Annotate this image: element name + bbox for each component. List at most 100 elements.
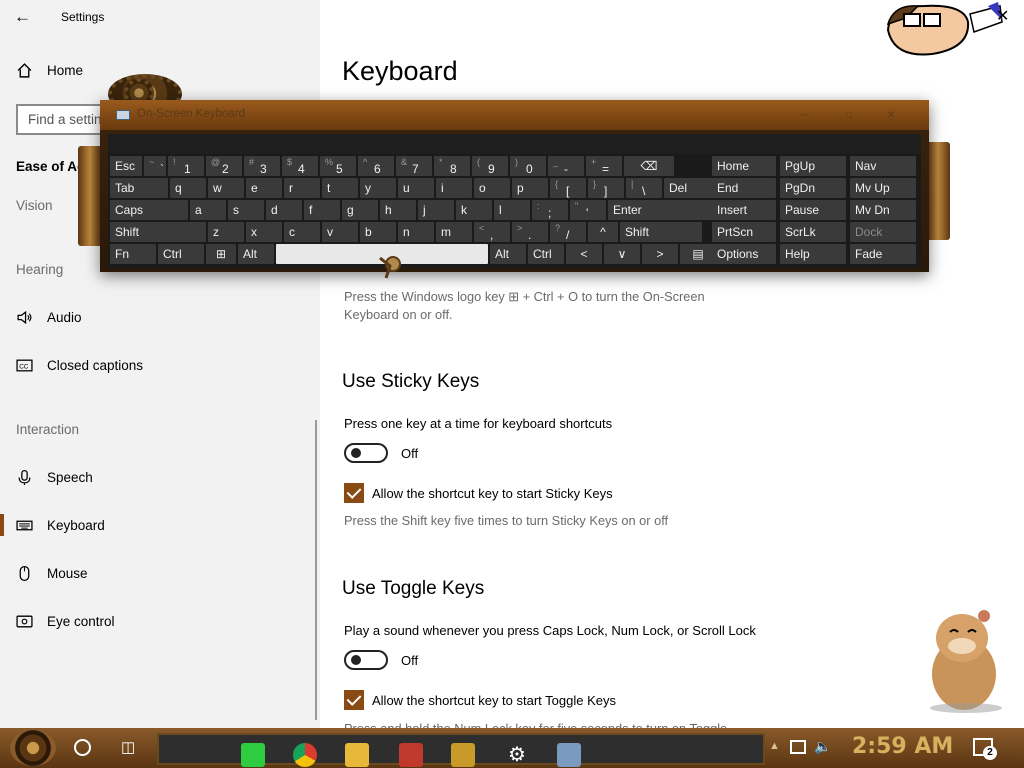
osk-key[interactable]: " ' [570,200,606,220]
show-hidden-icons-icon[interactable]: ▲ [769,740,780,752]
red-app-icon[interactable] [399,743,423,767]
osk-key[interactable]: w [208,178,244,198]
toggle-keys-toggle[interactable] [344,650,388,670]
osk-key[interactable]: Tab [110,178,168,198]
osk-nav-key[interactable]: Nav [850,156,916,176]
osk-nav-key[interactable]: Dock [850,222,916,242]
osk-key[interactable]: ⊞ [206,244,236,264]
osk-key[interactable]: m [436,222,472,242]
osk-key[interactable]: Enter [608,200,714,220]
osk-key[interactable]: r [284,178,320,198]
osk-key[interactable]: $4 [282,156,318,176]
osk-titlebar[interactable]: On-Screen Keyboard ─ □ ✕ [100,100,929,130]
back-arrow-icon[interactable]: ← [14,6,36,28]
task-view-icon[interactable]: ◫ [121,739,141,756]
osk-key[interactable]: l [494,200,530,220]
sticky-keys-shortcut-checkbox[interactable] [344,483,364,503]
settings-icon[interactable]: ⚙ [505,743,529,767]
osk-key[interactable]: Caps [110,200,188,220]
notes-app-icon[interactable] [241,743,265,767]
sidebar-item-speech[interactable]: Speech [16,467,93,487]
osk-key[interactable]: Esc [110,156,142,176]
sidebar-item-closed-captions[interactable]: CC Closed captions [16,355,143,375]
osk-key[interactable]: }] [588,178,624,198]
game-app-icon[interactable] [451,743,475,767]
osk-key[interactable]: y [360,178,396,198]
cortana-search-icon[interactable] [74,739,91,756]
osk-key[interactable]: x [246,222,282,242]
osk-nav-key[interactable]: Insert [712,200,776,220]
osk-key[interactable]: ∨ [604,244,640,264]
close-icon[interactable]: ✕ [876,110,906,121]
osk-key[interactable]: ! 1 [168,156,204,176]
on-screen-keyboard-icon[interactable] [557,743,581,767]
osk-key[interactable]: c [284,222,320,242]
osk-key[interactable]: ⌫ [624,156,674,176]
osk-key[interactable]: o [474,178,510,198]
osk-key[interactable]: p [512,178,548,198]
chrome-icon[interactable] [293,743,317,767]
sticky-keys-toggle[interactable] [344,443,388,463]
sidebar-scrollbar[interactable] [315,420,317,720]
sidebar-item-eye-control[interactable]: Eye control [16,611,115,631]
osk-key[interactable]: _ - [548,156,584,176]
osk-key[interactable]: Fn [110,244,156,264]
osk-key[interactable]: s [228,200,264,220]
osk-key[interactable]: {[ [550,178,586,198]
osk-key[interactable]: ~ ` [144,156,166,176]
maximize-icon[interactable]: □ [834,110,864,121]
osk-key[interactable]: <, [474,222,510,242]
sidebar-item-keyboard[interactable]: Keyboard [16,515,105,535]
osk-key[interactable]: ? / [550,222,586,242]
osk-key[interactable]: >. [512,222,548,242]
osk-key[interactable]: z [208,222,244,242]
osk-key[interactable]: v [322,222,358,242]
osk-nav-key[interactable]: ScrLk [780,222,846,242]
osk-key[interactable]: #3 [244,156,280,176]
osk-key[interactable]: Alt [238,244,274,264]
osk-key[interactable]: d [266,200,302,220]
osk-key[interactable]: & 7 [396,156,432,176]
osk-key[interactable]: n [398,222,434,242]
home-nav-item[interactable]: Home [16,62,83,79]
osk-key[interactable]: a [190,200,226,220]
osk-key[interactable]: Shift [620,222,702,242]
osk-key[interactable]: * 8 [434,156,470,176]
osk-key[interactable]: > [642,244,678,264]
osk-key[interactable]: + = [586,156,622,176]
toggle-keys-shortcut-checkbox[interactable] [344,690,364,710]
osk-key[interactable]: f [304,200,340,220]
osk-nav-key[interactable]: Mv Up [850,178,916,198]
osk-key[interactable]: t [322,178,358,198]
osk-nav-key[interactable]: Pause [780,200,846,220]
file-explorer-icon[interactable] [345,743,369,767]
osk-key[interactable]: ^ [588,222,618,242]
osk-key[interactable]: Ctrl [158,244,204,264]
osk-nav-key[interactable]: Help [780,244,846,264]
osk-key[interactable]: i [436,178,472,198]
osk-key[interactable]: h [380,200,416,220]
osk-key[interactable]: % 5 [320,156,356,176]
volume-muted-icon[interactable]: 🔈 [814,738,831,755]
osk-key[interactable]: b [360,222,396,242]
sidebar-item-audio[interactable]: Audio [16,307,82,327]
osk-key[interactable]: (9 [472,156,508,176]
osk-key[interactable]: Shift [110,222,206,242]
osk-key[interactable]: | \ [626,178,662,198]
osk-key[interactable]: j [418,200,454,220]
osk-nav-key[interactable]: PgUp [780,156,846,176]
osk-key[interactable]: Alt [490,244,526,264]
osk-nav-key[interactable]: End [712,178,776,198]
osk-key[interactable]: Ctrl [528,244,564,264]
osk-key[interactable]: u [398,178,434,198]
osk-key[interactable]: k [456,200,492,220]
osk-nav-key[interactable]: PgDn [780,178,846,198]
osk-nav-key[interactable]: Home [712,156,776,176]
taskbar-clock[interactable]: 2:59 AM [852,734,953,759]
start-button[interactable] [10,730,56,766]
osk-key[interactable]: ) 0 [510,156,546,176]
osk-nav-key[interactable]: Options [712,244,776,264]
osk-key[interactable]: @2 [206,156,242,176]
osk-key[interactable]: g [342,200,378,220]
osk-key[interactable]: :; [532,200,568,220]
